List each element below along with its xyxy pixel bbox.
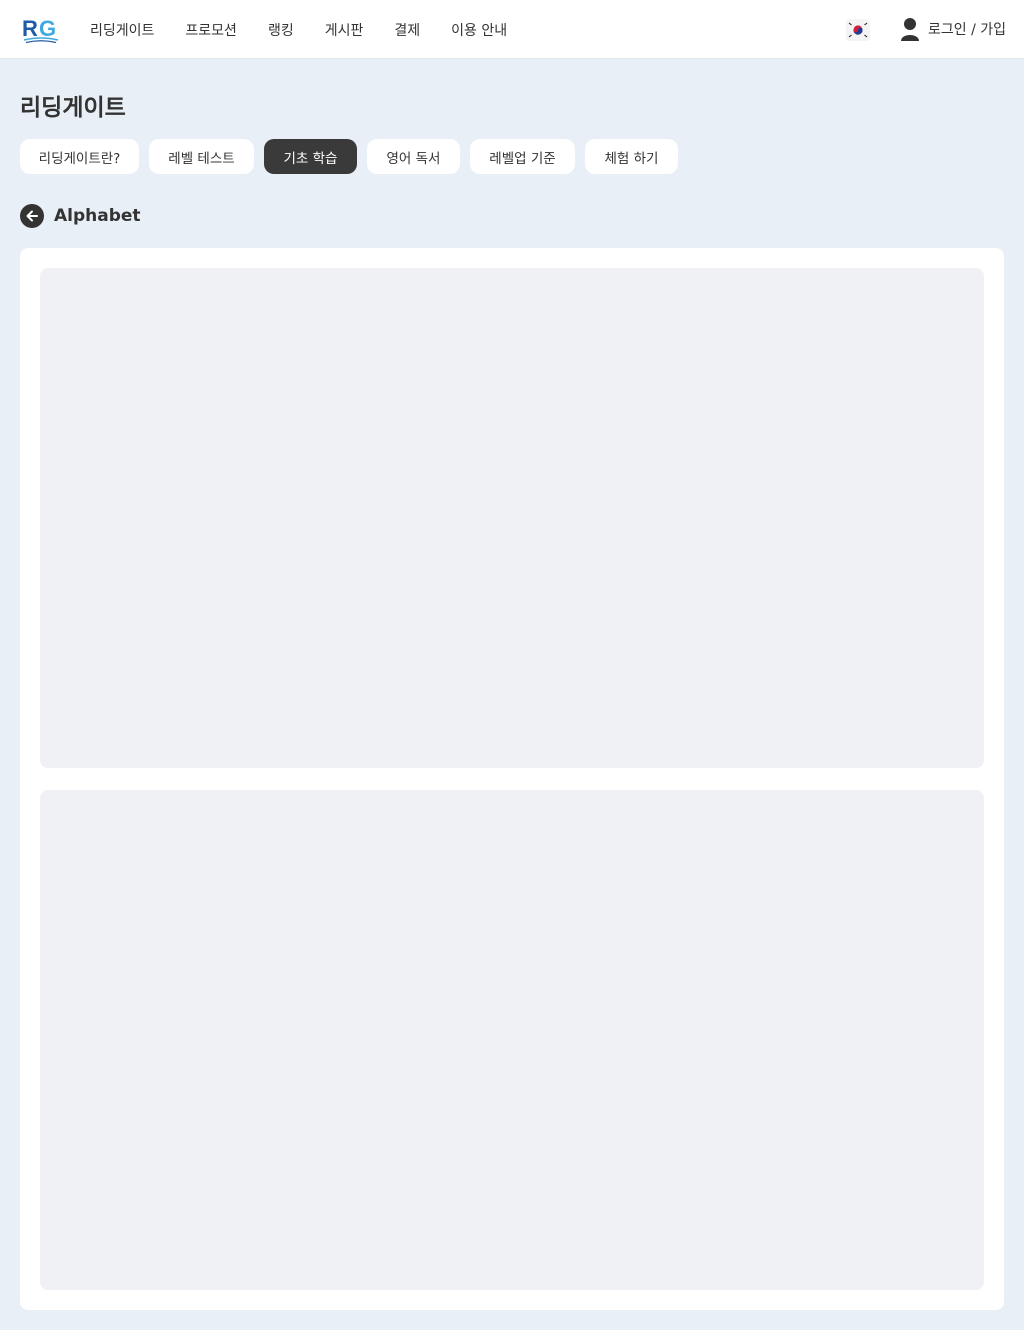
rg-logo[interactable]: R G <box>22 14 60 44</box>
login-signup-button[interactable]: 로그인 / 가입 <box>900 17 1006 41</box>
section-title: Alphabet <box>54 206 141 226</box>
tab-about[interactable]: 리딩게이트란? <box>20 139 139 174</box>
tab-level-test[interactable]: 레벨 테스트 <box>149 139 254 174</box>
page-title: 리딩게이트 <box>20 95 126 121</box>
top-header: R G 리딩게이트 프로모션 랭킹 게시판 결제 이용 안내 로그인 / 가입 <box>0 0 1024 59</box>
main-nav: 리딩게이트 프로모션 랭킹 게시판 결제 이용 안내 <box>90 0 538 59</box>
nav-item-guide[interactable]: 이용 안내 <box>451 20 507 40</box>
section-header: Alphabet <box>20 204 141 228</box>
back-button[interactable] <box>20 204 44 228</box>
nav-item-readinggate[interactable]: 리딩게이트 <box>90 20 154 40</box>
login-signup-label: 로그인 / 가입 <box>928 22 1007 38</box>
svg-text:R: R <box>22 16 38 41</box>
arrow-left-icon <box>26 210 38 222</box>
tab-basic-learning[interactable]: 기초 학습 <box>264 139 357 174</box>
user-icon <box>901 18 919 41</box>
content-card <box>20 248 1004 1310</box>
content-panel-bottom <box>40 790 984 1290</box>
nav-item-ranking[interactable]: 랭킹 <box>268 20 294 40</box>
nav-item-payment[interactable]: 결제 <box>394 20 420 40</box>
korea-flag-icon[interactable] <box>846 19 870 41</box>
tab-levelup-criteria[interactable]: 레벨업 기준 <box>470 139 575 174</box>
tab-trial[interactable]: 체험 하기 <box>585 139 678 174</box>
content-panel-top <box>40 268 984 768</box>
category-tabs: 리딩게이트란? 레벨 테스트 기초 학습 영어 독서 레벨업 기준 체험 하기 <box>20 139 688 174</box>
tab-english-reading[interactable]: 영어 독서 <box>367 139 460 174</box>
nav-item-promotion[interactable]: 프로모션 <box>185 20 237 40</box>
nav-item-board[interactable]: 게시판 <box>325 20 364 40</box>
